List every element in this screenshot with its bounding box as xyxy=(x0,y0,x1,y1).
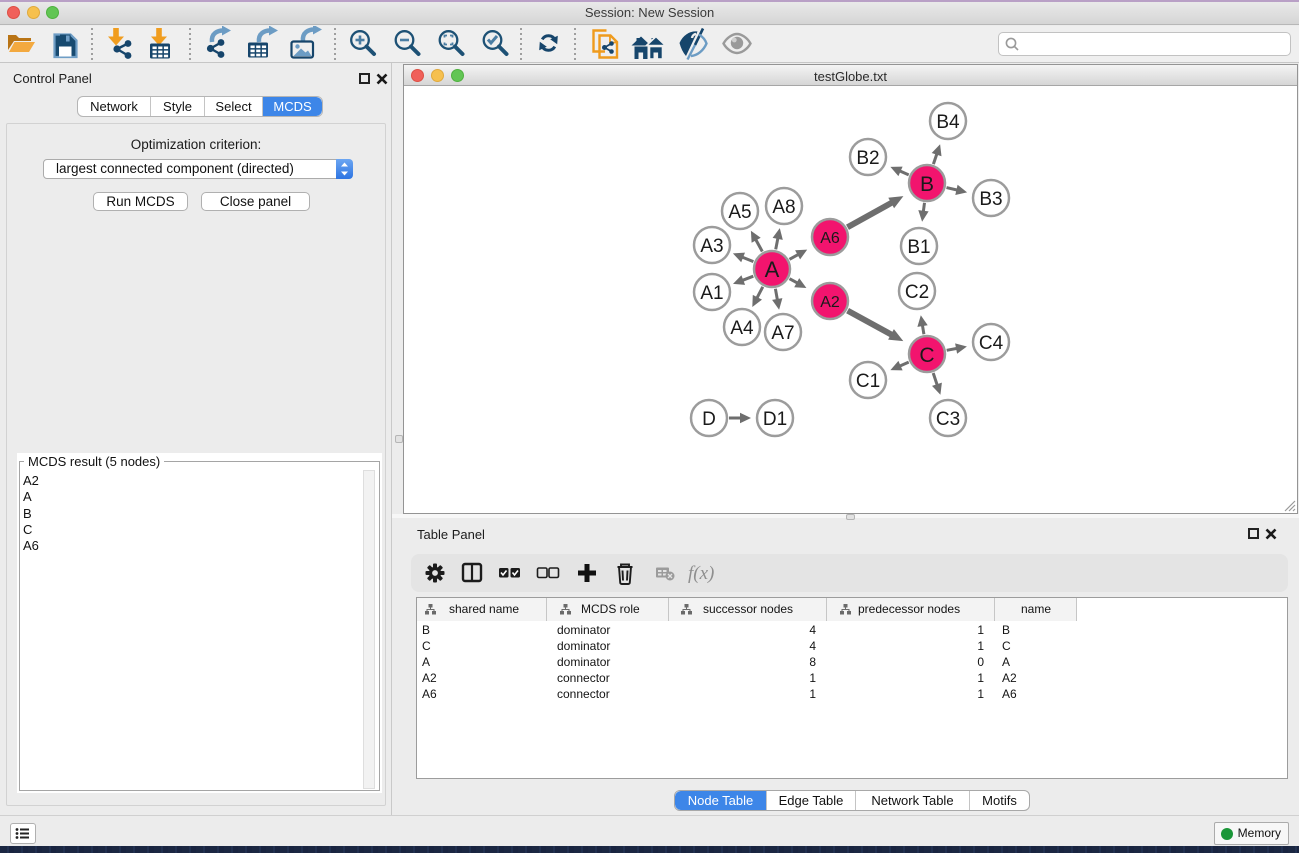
svg-text:A4: A4 xyxy=(730,318,754,339)
svg-text:B4: B4 xyxy=(936,112,960,133)
svg-text:f(x): f(x) xyxy=(688,563,714,584)
svg-text:A1: A1 xyxy=(700,283,723,304)
svg-text:A7: A7 xyxy=(771,323,794,344)
svg-text:B2: B2 xyxy=(856,148,879,169)
svg-text:D1: D1 xyxy=(763,409,787,430)
svg-text:A6: A6 xyxy=(820,230,840,247)
svg-text:B3: B3 xyxy=(979,189,1002,210)
svg-text:A3: A3 xyxy=(700,236,723,257)
svg-text:B1: B1 xyxy=(907,237,930,258)
svg-text:C: C xyxy=(919,344,934,367)
svg-text:A8: A8 xyxy=(772,197,795,218)
svg-text:A5: A5 xyxy=(728,202,751,223)
svg-text:C4: C4 xyxy=(979,333,1004,354)
svg-text:A2: A2 xyxy=(820,294,840,311)
svg-text:C1: C1 xyxy=(856,371,880,392)
svg-text:B: B xyxy=(920,173,934,196)
svg-text:C2: C2 xyxy=(905,282,929,303)
svg-text:C3: C3 xyxy=(936,409,960,430)
svg-text:A: A xyxy=(765,257,780,282)
svg-text:D: D xyxy=(702,409,716,430)
